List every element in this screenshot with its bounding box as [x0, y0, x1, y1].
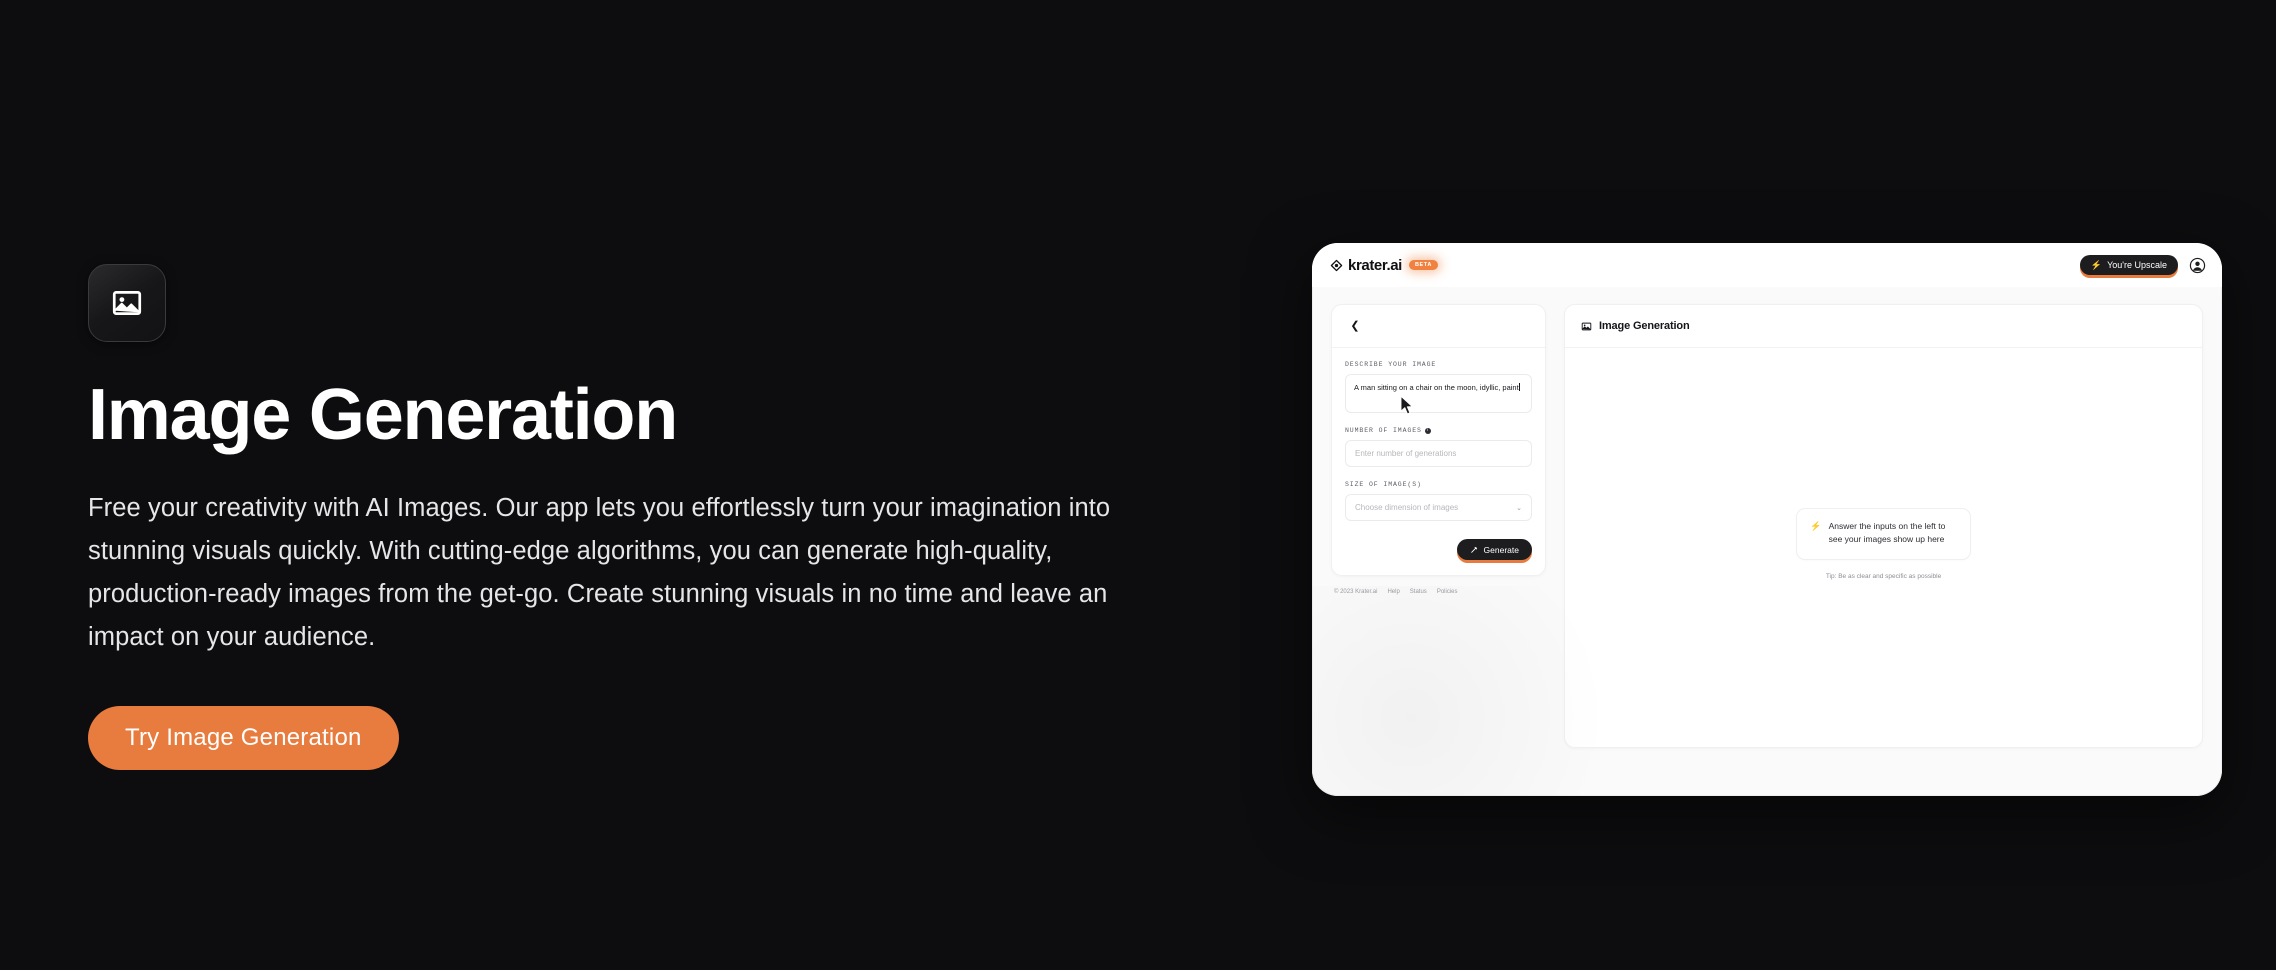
image-icon: [1581, 321, 1592, 332]
text-caret: [1519, 383, 1521, 391]
upscale-button-label: You're Upscale: [2107, 260, 2167, 270]
number-of-images-input[interactable]: Enter number of generations: [1345, 440, 1532, 467]
page-root: Image Generation Free your creativity wi…: [0, 0, 2276, 970]
upscale-button[interactable]: ⚡ You're Upscale: [2079, 255, 2178, 275]
result-empty-state: ⚡ Answer the inputs on the left to see y…: [1565, 348, 2202, 747]
chevron-down-icon: ⌄: [1516, 504, 1522, 512]
brand-logo[interactable]: krater.ai BETA: [1330, 257, 1438, 274]
app-topbar: krater.ai BETA ⚡ You're Upscale: [1312, 243, 2222, 287]
brand-beta-badge: BETA: [1408, 260, 1438, 270]
brand-name: krater.ai: [1348, 256, 1402, 274]
describe-your-image-value: A man sitting on a chair on the moon, id…: [1354, 383, 1519, 392]
describe-your-image-input[interactable]: A man sitting on a chair on the moon, id…: [1345, 374, 1532, 413]
generate-button-label: Generate: [1483, 544, 1519, 555]
app-footer: © 2023 Krater.ai Help Status Policies: [1331, 589, 1546, 595]
lightning-bolt-icon: ⚡: [1810, 520, 1822, 531]
field-number-of-images: NUMBER OF IMAGES i Enter number of gener…: [1345, 427, 1532, 467]
empty-state-tip: Tip: Be as clear and specific as possibl…: [1825, 572, 1942, 580]
chevron-left-icon: ❮: [1350, 319, 1360, 332]
topbar-right-group: ⚡ You're Upscale: [2079, 255, 2206, 275]
number-of-images-placeholder: Enter number of generations: [1355, 449, 1457, 458]
magic-wand-icon: [1470, 546, 1478, 554]
hero-section: Image Generation Free your creativity wi…: [88, 264, 1198, 771]
size-of-images-select[interactable]: Choose dimension of images ⌄: [1345, 494, 1532, 521]
app-body: ❮ DESCRIBE YOUR IMAGE A man sitting on a…: [1312, 287, 2222, 796]
image-icon: [110, 286, 144, 320]
krater-diamond-icon: [1330, 259, 1343, 272]
footer-link-policies[interactable]: Policies: [1437, 589, 1458, 595]
empty-state-message: Answer the inputs on the left to see you…: [1828, 520, 1946, 545]
size-of-images-placeholder: Choose dimension of images: [1355, 503, 1459, 512]
number-of-images-label-text: NUMBER OF IMAGES: [1345, 427, 1422, 434]
result-card-title: Image Generation: [1599, 320, 1690, 332]
form-card-header: ❮: [1332, 305, 1545, 348]
footer-link-status[interactable]: Status: [1410, 589, 1427, 595]
field-size-of-images: SIZE OF IMAGE(S) Choose dimension of ima…: [1345, 481, 1532, 521]
form-column: ❮ DESCRIBE YOUR IMAGE A man sitting on a…: [1331, 304, 1546, 595]
footer-link-help[interactable]: Help: [1387, 589, 1399, 595]
number-of-images-label: NUMBER OF IMAGES i: [1345, 427, 1532, 434]
form-card: ❮ DESCRIBE YOUR IMAGE A man sitting on a…: [1331, 304, 1546, 576]
form-fields: DESCRIBE YOUR IMAGE A man sitting on a c…: [1332, 348, 1545, 575]
empty-state-pill: ⚡ Answer the inputs on the left to see y…: [1796, 507, 1971, 560]
generate-row: Generate: [1345, 539, 1532, 560]
app-preview-window: krater.ai BETA ⚡ You're Upscale ❮ DESCRI…: [1312, 243, 2222, 796]
footer-copyright: © 2023 Krater.ai: [1334, 589, 1378, 595]
hero-icon-box: [88, 264, 166, 342]
page-title: Image Generation: [88, 375, 678, 455]
user-avatar-icon[interactable]: [2189, 257, 2206, 274]
result-card: Image Generation ⚡ Answer the inputs on …: [1564, 304, 2203, 748]
hero-description: Free your creativity with AI Images. Our…: [88, 494, 1111, 652]
field-describe-your-image: DESCRIBE YOUR IMAGE A man sitting on a c…: [1345, 361, 1532, 413]
info-icon[interactable]: i: [1424, 427, 1431, 434]
size-of-images-label: SIZE OF IMAGE(S): [1345, 481, 1422, 488]
result-card-header: Image Generation: [1565, 305, 2202, 348]
back-button[interactable]: ❮: [1345, 316, 1365, 336]
try-image-generation-button[interactable]: Try Image Generation: [88, 706, 399, 771]
lightning-bolt-icon: ⚡: [2090, 259, 2103, 270]
generate-button[interactable]: Generate: [1456, 539, 1532, 560]
describe-your-image-label: DESCRIBE YOUR IMAGE: [1345, 361, 1437, 368]
